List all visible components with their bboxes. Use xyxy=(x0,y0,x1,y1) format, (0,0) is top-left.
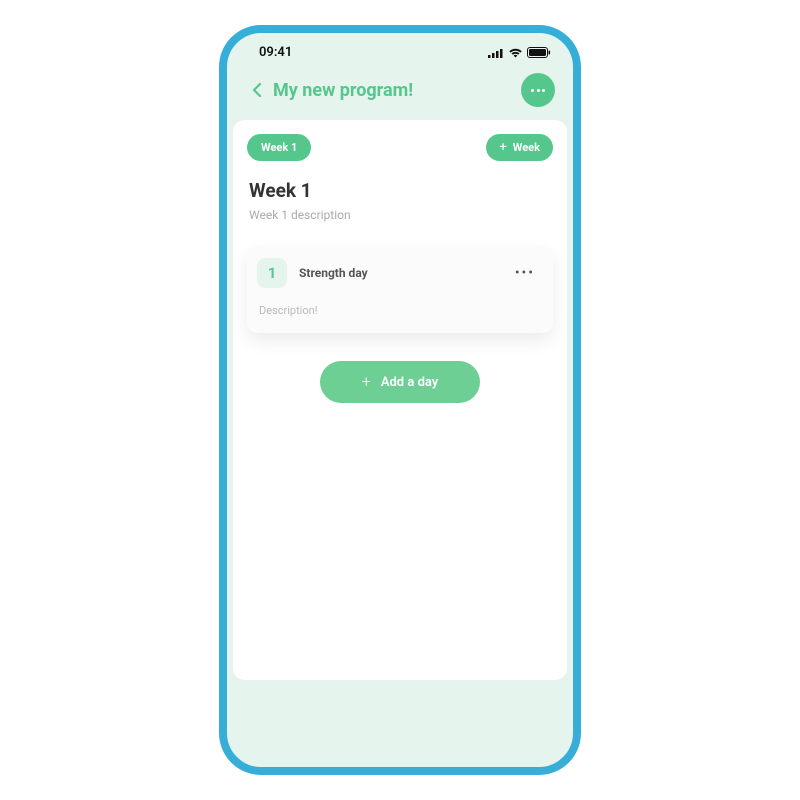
page-header: My new program! xyxy=(227,66,573,120)
cellular-signal-icon xyxy=(488,48,504,58)
plus-icon: + xyxy=(362,374,371,390)
add-week-label: Week xyxy=(513,141,540,154)
day-title: Strength day xyxy=(299,266,368,280)
add-day-button[interactable]: + Add a day xyxy=(320,361,480,403)
week-controls: Week 1 + Week xyxy=(247,134,553,161)
phone-frame: 09:41 My new program! Week 1 xyxy=(219,25,581,775)
status-bar: 09:41 xyxy=(227,33,573,66)
day-description: Description! xyxy=(259,304,539,317)
day-number-badge: 1 xyxy=(257,258,287,288)
section-title: Week 1 xyxy=(249,179,551,202)
plus-icon: + xyxy=(499,141,506,154)
more-menu-button[interactable] xyxy=(521,73,555,107)
back-button[interactable] xyxy=(245,78,269,102)
more-horizontal-icon: ••• xyxy=(515,265,535,281)
battery-icon xyxy=(527,47,551,58)
chevron-left-icon xyxy=(252,82,262,98)
content-card: Week 1 + Week Week 1 Week 1 description … xyxy=(233,120,567,680)
section-subtitle: Week 1 description xyxy=(249,208,551,222)
status-time: 09:41 xyxy=(259,45,292,60)
status-indicators xyxy=(488,47,551,58)
week-tab-1[interactable]: Week 1 xyxy=(247,134,311,161)
day-more-button[interactable]: ••• xyxy=(515,265,535,281)
add-week-button[interactable]: + Week xyxy=(486,134,553,161)
more-horizontal-icon xyxy=(531,89,545,92)
day-card[interactable]: 1 Strength day ••• Description! xyxy=(247,246,553,333)
page-title: My new program! xyxy=(273,80,413,101)
wifi-icon xyxy=(508,47,523,58)
day-header: 1 Strength day ••• xyxy=(257,258,539,288)
add-day-label: Add a day xyxy=(381,375,438,390)
